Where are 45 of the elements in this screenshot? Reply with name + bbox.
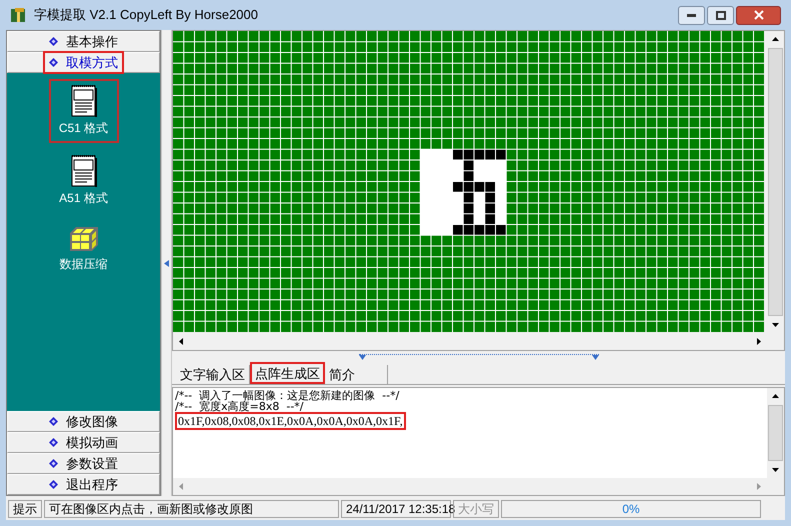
scroll-left-arrow-icon[interactable] bbox=[179, 338, 183, 345]
caps-indicator: 大小写 bbox=[453, 500, 499, 518]
group-header[interactable]: 退出程序 bbox=[7, 474, 160, 495]
diamond-icon bbox=[49, 480, 58, 489]
minimize-icon bbox=[687, 14, 696, 16]
output-line: /*-- 宽度x高度=8x8 --*/ bbox=[175, 401, 304, 412]
scroll-down-arrow-icon[interactable] bbox=[772, 323, 779, 327]
sidebar-item[interactable]: A51 格式 bbox=[48, 149, 118, 213]
minimize-button[interactable] bbox=[678, 6, 705, 24]
status-message: 可在图像区内点击，画新图或修改原图 bbox=[44, 500, 339, 518]
progress-text: 0% bbox=[622, 501, 640, 518]
diamond-icon bbox=[49, 417, 58, 426]
splitter-handle[interactable] bbox=[358, 354, 598, 360]
sidebar-item[interactable]: 数据压缩 bbox=[48, 219, 118, 279]
vertical-scrollbar[interactable] bbox=[767, 388, 784, 478]
diamond-icon bbox=[49, 37, 58, 46]
close-button[interactable] bbox=[736, 6, 781, 24]
group-header[interactable]: 修改图像 bbox=[7, 411, 160, 432]
scroll-down-arrow-icon[interactable] bbox=[772, 468, 779, 472]
app-logo-icon bbox=[10, 7, 26, 23]
sidebar-item[interactable]: C51 格式 bbox=[48, 79, 118, 143]
scroll-up-arrow-icon[interactable] bbox=[772, 37, 779, 41]
maximize-button[interactable] bbox=[707, 6, 734, 24]
group-header[interactable]: 取模方式 bbox=[7, 52, 160, 73]
document-icon bbox=[70, 155, 96, 187]
output-line: /*-- 调入了一幅图像：这是您新建的图像 --*/ bbox=[175, 390, 400, 401]
output-text-area[interactable]: /*-- 调入了一幅图像：这是您新建的图像 --*/ /*-- 宽度x高度=8x8 --*/ 0x1F,0x08,0x08,0x1E,0x0A,0x0A,0x0A,0x1F, bbox=[172, 387, 785, 496]
diamond-icon bbox=[49, 459, 58, 468]
group-header[interactable]: 基本操作 bbox=[7, 31, 160, 52]
collapse-arrow-icon bbox=[164, 260, 169, 266]
diamond-icon bbox=[49, 438, 58, 447]
document-icon bbox=[70, 85, 96, 117]
restore-icon bbox=[716, 10, 726, 20]
status-label: 提示 bbox=[8, 500, 42, 518]
scroll-up-arrow-icon[interactable] bbox=[772, 394, 779, 398]
pixel-grid-canvas[interactable] bbox=[173, 31, 764, 332]
scroll-right-arrow-icon[interactable] bbox=[757, 338, 761, 345]
window-title: 字模提取 V2.1 CopyLeft By Horse2000 bbox=[34, 6, 258, 24]
group-header[interactable]: 模拟动画 bbox=[7, 432, 160, 453]
group-header[interactable]: 参数设置 bbox=[7, 453, 160, 474]
tab[interactable]: 简介 bbox=[325, 365, 388, 384]
diamond-icon bbox=[49, 58, 58, 67]
close-icon bbox=[754, 10, 764, 20]
tab[interactable]: 点阵生成区 bbox=[250, 362, 325, 384]
cube-icon bbox=[68, 225, 100, 253]
